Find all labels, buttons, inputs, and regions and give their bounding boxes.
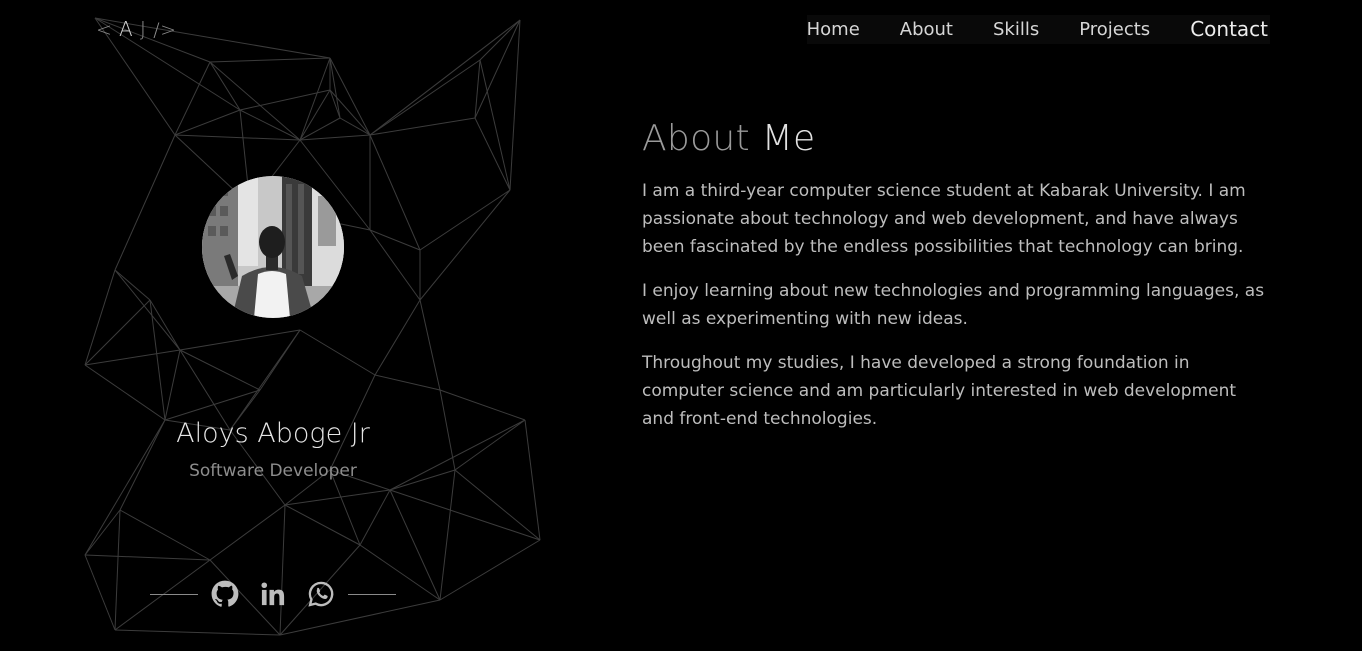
network-line [439,469,456,601]
network-line [299,57,331,141]
network-line [84,269,116,366]
network-line [164,389,261,421]
network-line [174,134,301,141]
network-line [114,269,151,301]
network-line [359,489,391,546]
network-line [524,419,541,541]
linkedin-icon[interactable] [259,580,287,608]
network-line [454,469,541,541]
site-logo[interactable]: < A J /> [96,17,177,41]
social-icons [211,580,335,608]
nav-skills[interactable]: Skills [973,15,1059,44]
network-line [114,509,121,631]
logo-open-bracket: < [96,19,119,41]
network-line [389,489,541,541]
network-line [209,57,331,63]
network-line [374,299,421,376]
nav-contact[interactable]: Contact [1170,15,1270,44]
network-line [374,374,441,391]
network-line [479,19,521,61]
nav-about[interactable]: About [880,15,973,44]
about-section: About Me I am a third-year computer scie… [642,118,1282,449]
logo-close-bracket: /> [153,19,177,41]
network-line [439,539,541,601]
network-line [369,59,481,136]
network-line [369,19,521,136]
network-line [439,389,526,421]
network-line [209,61,301,141]
network-line [84,509,121,556]
network-line [299,89,331,141]
network-line [114,629,281,636]
network-line [119,509,211,561]
network-line [329,89,341,119]
nav-projects[interactable]: Projects [1059,15,1170,44]
logo-letter-a: A [118,17,134,41]
network-line [149,299,181,351]
network-background [84,17,541,636]
network-line [84,554,116,631]
profile-photo [202,176,344,318]
main-nav: Home About Skills Projects Contact [806,15,1270,44]
network-line [279,504,286,636]
network-line [149,299,166,421]
network-line [299,329,376,376]
network-line [474,117,511,191]
network-line [419,189,511,251]
network-line [179,329,301,351]
network-line [389,489,441,601]
about-heading-part2: Me [761,118,816,159]
profile-avatar [202,176,344,318]
network-line [84,349,181,366]
network-line [419,299,441,391]
social-links [150,578,396,610]
about-paragraph-2: I enjoy learning about new technologies … [642,281,1265,329]
network-line [114,269,181,351]
about-paragraph-1: I am a third-year computer science stude… [642,181,1246,257]
network-line [479,59,511,191]
network-line [454,419,526,471]
github-icon[interactable] [211,580,239,608]
network-line [299,134,371,141]
whatsapp-icon[interactable] [307,580,335,608]
divider-left [150,593,198,595]
network-line [369,117,476,136]
network-line [284,504,361,546]
network-line [84,554,211,561]
network-line [84,364,166,421]
network-line [299,117,341,141]
about-heading: About Me [642,118,1282,159]
about-heading-part1: About [642,118,762,159]
network-line [209,61,241,111]
network-line [114,134,176,271]
network-line [209,504,286,561]
network-line [509,19,521,191]
network-line [164,349,181,421]
page: < A J /> Home About Skills Projects Cont… [0,0,1362,651]
profile-name: Aloys Aboge Jr [176,418,370,449]
about-paragraph-3: Throughout my studies, I have developed … [642,353,1237,429]
logo-letter-j: J [133,17,154,41]
profile-role: Software Developer [189,461,357,481]
divider-right [348,593,396,595]
nav-home[interactable]: Home [807,15,880,44]
network-line [419,189,511,301]
network-line [329,469,361,546]
